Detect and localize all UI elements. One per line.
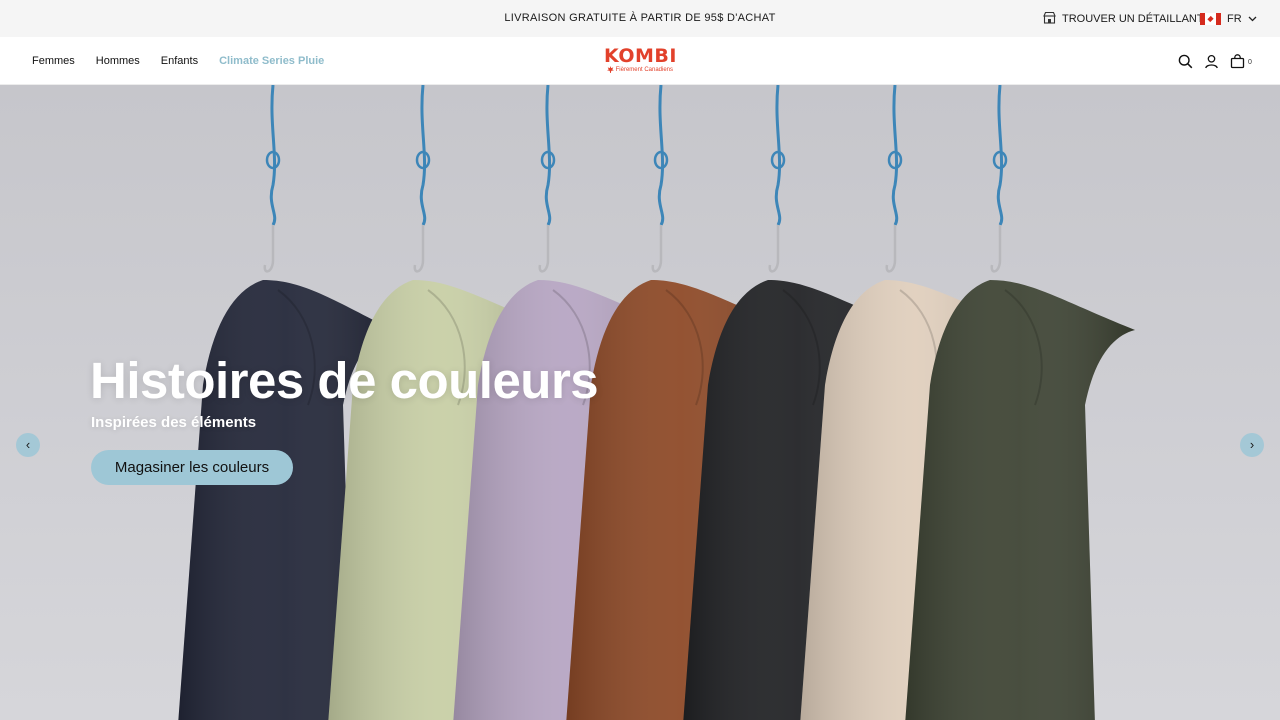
account-icon[interactable] [1202, 52, 1220, 70]
chevron-right-icon: › [1249, 437, 1255, 452]
kombi-logo[interactable]: KOMBI Fièrement Canadiens [604, 47, 676, 75]
logo-wordmark: KOMBI [604, 45, 677, 67]
main-nav: Femmes Hommes Enfants Climate Series Plu… [32, 37, 324, 85]
chevron-left-icon: ‹ [25, 437, 31, 452]
logo-tagline-text: Fièrement Canadiens [615, 67, 674, 74]
header-actions: 0 [1176, 51, 1252, 71]
hanging-jacket [905, 85, 1135, 720]
chevron-down-icon [1248, 13, 1257, 25]
carousel-next-button[interactable]: › [1240, 433, 1264, 457]
nav-item-enfants[interactable]: Enfants [161, 55, 198, 67]
hero-title: Histoires de couleurs [90, 352, 599, 409]
maple-leaf-icon [606, 66, 614, 73]
hero-subtitle: Inspirées des éléments [91, 414, 257, 431]
cart-icon[interactable] [1228, 52, 1246, 70]
hero-banner: Histoires de couleurs Inspirées des élém… [0, 85, 1280, 720]
find-retailer-link[interactable]: TROUVER UN DÉTAILLANT [1043, 11, 1204, 26]
nav-item-hommes[interactable]: Hommes [96, 55, 140, 67]
logo-tagline: Fièrement Canadiens [604, 66, 676, 74]
site-header: Femmes Hommes Enfants Climate Series Plu… [0, 37, 1280, 85]
nav-item-femmes[interactable]: Femmes [32, 55, 75, 67]
carousel-prev-button[interactable]: ‹ [16, 433, 40, 457]
cart-count-badge: 0 [1248, 58, 1252, 66]
search-icon[interactable] [1176, 52, 1194, 70]
announcement-bar: LIVRAISON GRATUITE À PARTIR DE 95$ D'ACH… [0, 0, 1280, 37]
canada-flag-icon [1200, 12, 1221, 25]
language-selector[interactable]: FR [1200, 11, 1257, 26]
shop-colours-button[interactable]: Magasiner les couleurs [91, 450, 293, 485]
nav-item-climate-series-pluie[interactable]: Climate Series Pluie [219, 55, 324, 67]
language-label: FR [1227, 12, 1242, 25]
find-retailer-label: TROUVER UN DÉTAILLANT [1062, 12, 1204, 25]
store-icon [1043, 11, 1056, 27]
